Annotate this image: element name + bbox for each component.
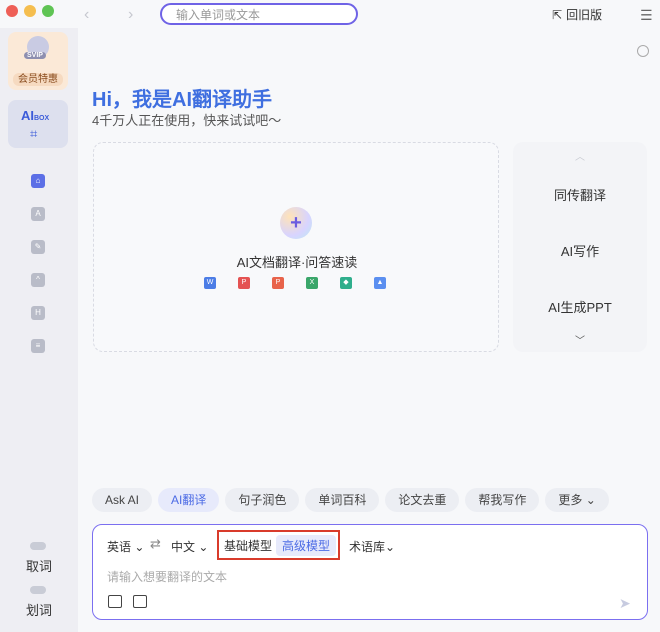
chevron-down-icon: ⌄: [585, 493, 596, 507]
webpage-icon: ◆: [340, 277, 352, 289]
home-icon[interactable]: ⌂: [31, 174, 45, 188]
document-upload-area[interactable]: + AI文档翻译·问答速读 W P P X ◆ ▲: [93, 142, 499, 352]
chevron-down-icon: ⌄: [385, 540, 396, 554]
graduation-cap-icon[interactable]: ^: [31, 273, 45, 287]
notebook-icon[interactable]: H: [31, 306, 45, 320]
page-title: Hi，我是AI翻译助手: [92, 89, 272, 111]
pen-icon[interactable]: ✎: [31, 240, 45, 254]
notes-icon[interactable]: ≡: [31, 339, 45, 353]
feature-ai-writing[interactable]: AI写作: [513, 241, 647, 260]
chevron-up-icon[interactable]: ︿: [513, 148, 647, 163]
add-icon[interactable]: +: [280, 207, 312, 239]
translate-input-card: 英语 ⌄ ⇄ 中文 ⌄ 基础模型 高级模型 术语库⌄ 请输入想要翻译的文本 ➤: [92, 524, 648, 620]
search-input[interactable]: [174, 7, 358, 23]
send-icon[interactable]: ➤: [619, 595, 631, 612]
translate-textarea[interactable]: 请输入想要翻译的文本: [107, 568, 227, 585]
word-pick-toggle[interactable]: [30, 542, 46, 550]
chevron-down-icon: ⌄: [198, 540, 209, 554]
word-select-label: 划词: [25, 603, 52, 618]
pdf-icon: P: [238, 277, 250, 289]
back-arrow-icon[interactable]: ‹: [84, 6, 89, 24]
return-icon: ⇱: [552, 7, 563, 22]
ppt-icon: P: [272, 277, 284, 289]
model-advanced[interactable]: 高级模型: [276, 535, 337, 556]
upload-image-icon[interactable]: [133, 595, 147, 608]
maximize-window-button[interactable]: [42, 5, 54, 17]
chip-more[interactable]: 更多 ⌄: [545, 488, 609, 512]
word-pick-label: 取词: [25, 559, 52, 574]
upload-title: AI文档翻译·问答速读: [236, 255, 358, 270]
excel-icon: X: [306, 277, 318, 289]
menu-icon[interactable]: ☰: [640, 7, 653, 24]
chip-ask-ai[interactable]: Ask AI: [92, 488, 153, 512]
vip-text: 会员特惠: [13, 73, 63, 86]
glossary-label: 术语库: [349, 540, 386, 554]
source-language-select[interactable]: 英语 ⌄: [107, 538, 144, 555]
feature-simultaneous-translation[interactable]: 同传翻译: [513, 185, 647, 204]
target-language-select[interactable]: 中文 ⌄: [171, 538, 208, 555]
aibox-sub: BOX: [34, 115, 50, 122]
chip-word-encyclopedia[interactable]: 单词百科: [305, 488, 380, 512]
forward-arrow-icon[interactable]: ›: [128, 6, 133, 24]
glossary-select[interactable]: 术语库⌄: [349, 538, 395, 555]
page-subtitle: 4千万人正在使用，快来试试吧～: [92, 113, 282, 128]
feature-panel: ︿ 同传翻译 AI写作 AI生成PPT ﹀: [513, 142, 647, 352]
chip-help-write[interactable]: 帮我写作: [465, 488, 540, 512]
old-version-button[interactable]: ⇱ 回旧版: [552, 6, 602, 23]
word-select-toggle[interactable]: [30, 586, 46, 594]
close-window-button[interactable]: [6, 5, 18, 17]
history-clock-icon[interactable]: [637, 45, 649, 57]
image-icon: ▲: [374, 277, 386, 289]
chip-ai-translate[interactable]: AI翻译: [158, 488, 220, 512]
chip-sentence-polish[interactable]: 句子润色: [225, 488, 300, 512]
swap-languages-icon[interactable]: ⇄: [150, 536, 161, 552]
chevron-down-icon: ⌄: [134, 540, 145, 554]
word-icon: W: [204, 277, 216, 289]
upload-file-icon[interactable]: [108, 595, 122, 608]
app-window: ‹ › ⇱ 回旧版 ☰ SVIP 会员特惠 AIBOX ⌗ ⌂ A ✎ ^ H …: [0, 0, 660, 632]
vip-badge: SVIP: [24, 52, 46, 59]
title-bar: ‹ › ⇱ 回旧版 ☰: [0, 0, 660, 32]
feature-ai-ppt[interactable]: AI生成PPT: [513, 297, 647, 316]
old-version-label: 回旧版: [566, 8, 603, 22]
chip-more-label: 更多: [558, 493, 583, 507]
aibox-button[interactable]: AIBOX ⌗: [8, 100, 68, 148]
minimize-window-button[interactable]: [24, 5, 36, 17]
search-box[interactable]: [160, 3, 358, 25]
aibox-label: AI: [21, 108, 34, 123]
source-language-label: 英语: [107, 540, 132, 554]
crop-icon: ⌗: [30, 126, 38, 141]
chip-paper-dedup[interactable]: 论文去重: [385, 488, 460, 512]
translate-icon[interactable]: A: [31, 207, 45, 221]
target-language-label: 中文: [171, 540, 196, 554]
sidebar: SVIP 会员特惠 AIBOX ⌗ ⌂ A ✎ ^ H ≡ 取词 划词: [0, 28, 78, 632]
chevron-down-icon[interactable]: ﹀: [513, 332, 647, 347]
mode-chips: Ask AI AI翻译 句子润色 单词百科 论文去重 帮我写作 更多 ⌄: [92, 488, 609, 512]
vip-card[interactable]: SVIP 会员特惠: [8, 32, 68, 90]
model-basic[interactable]: 基础模型: [224, 537, 272, 554]
